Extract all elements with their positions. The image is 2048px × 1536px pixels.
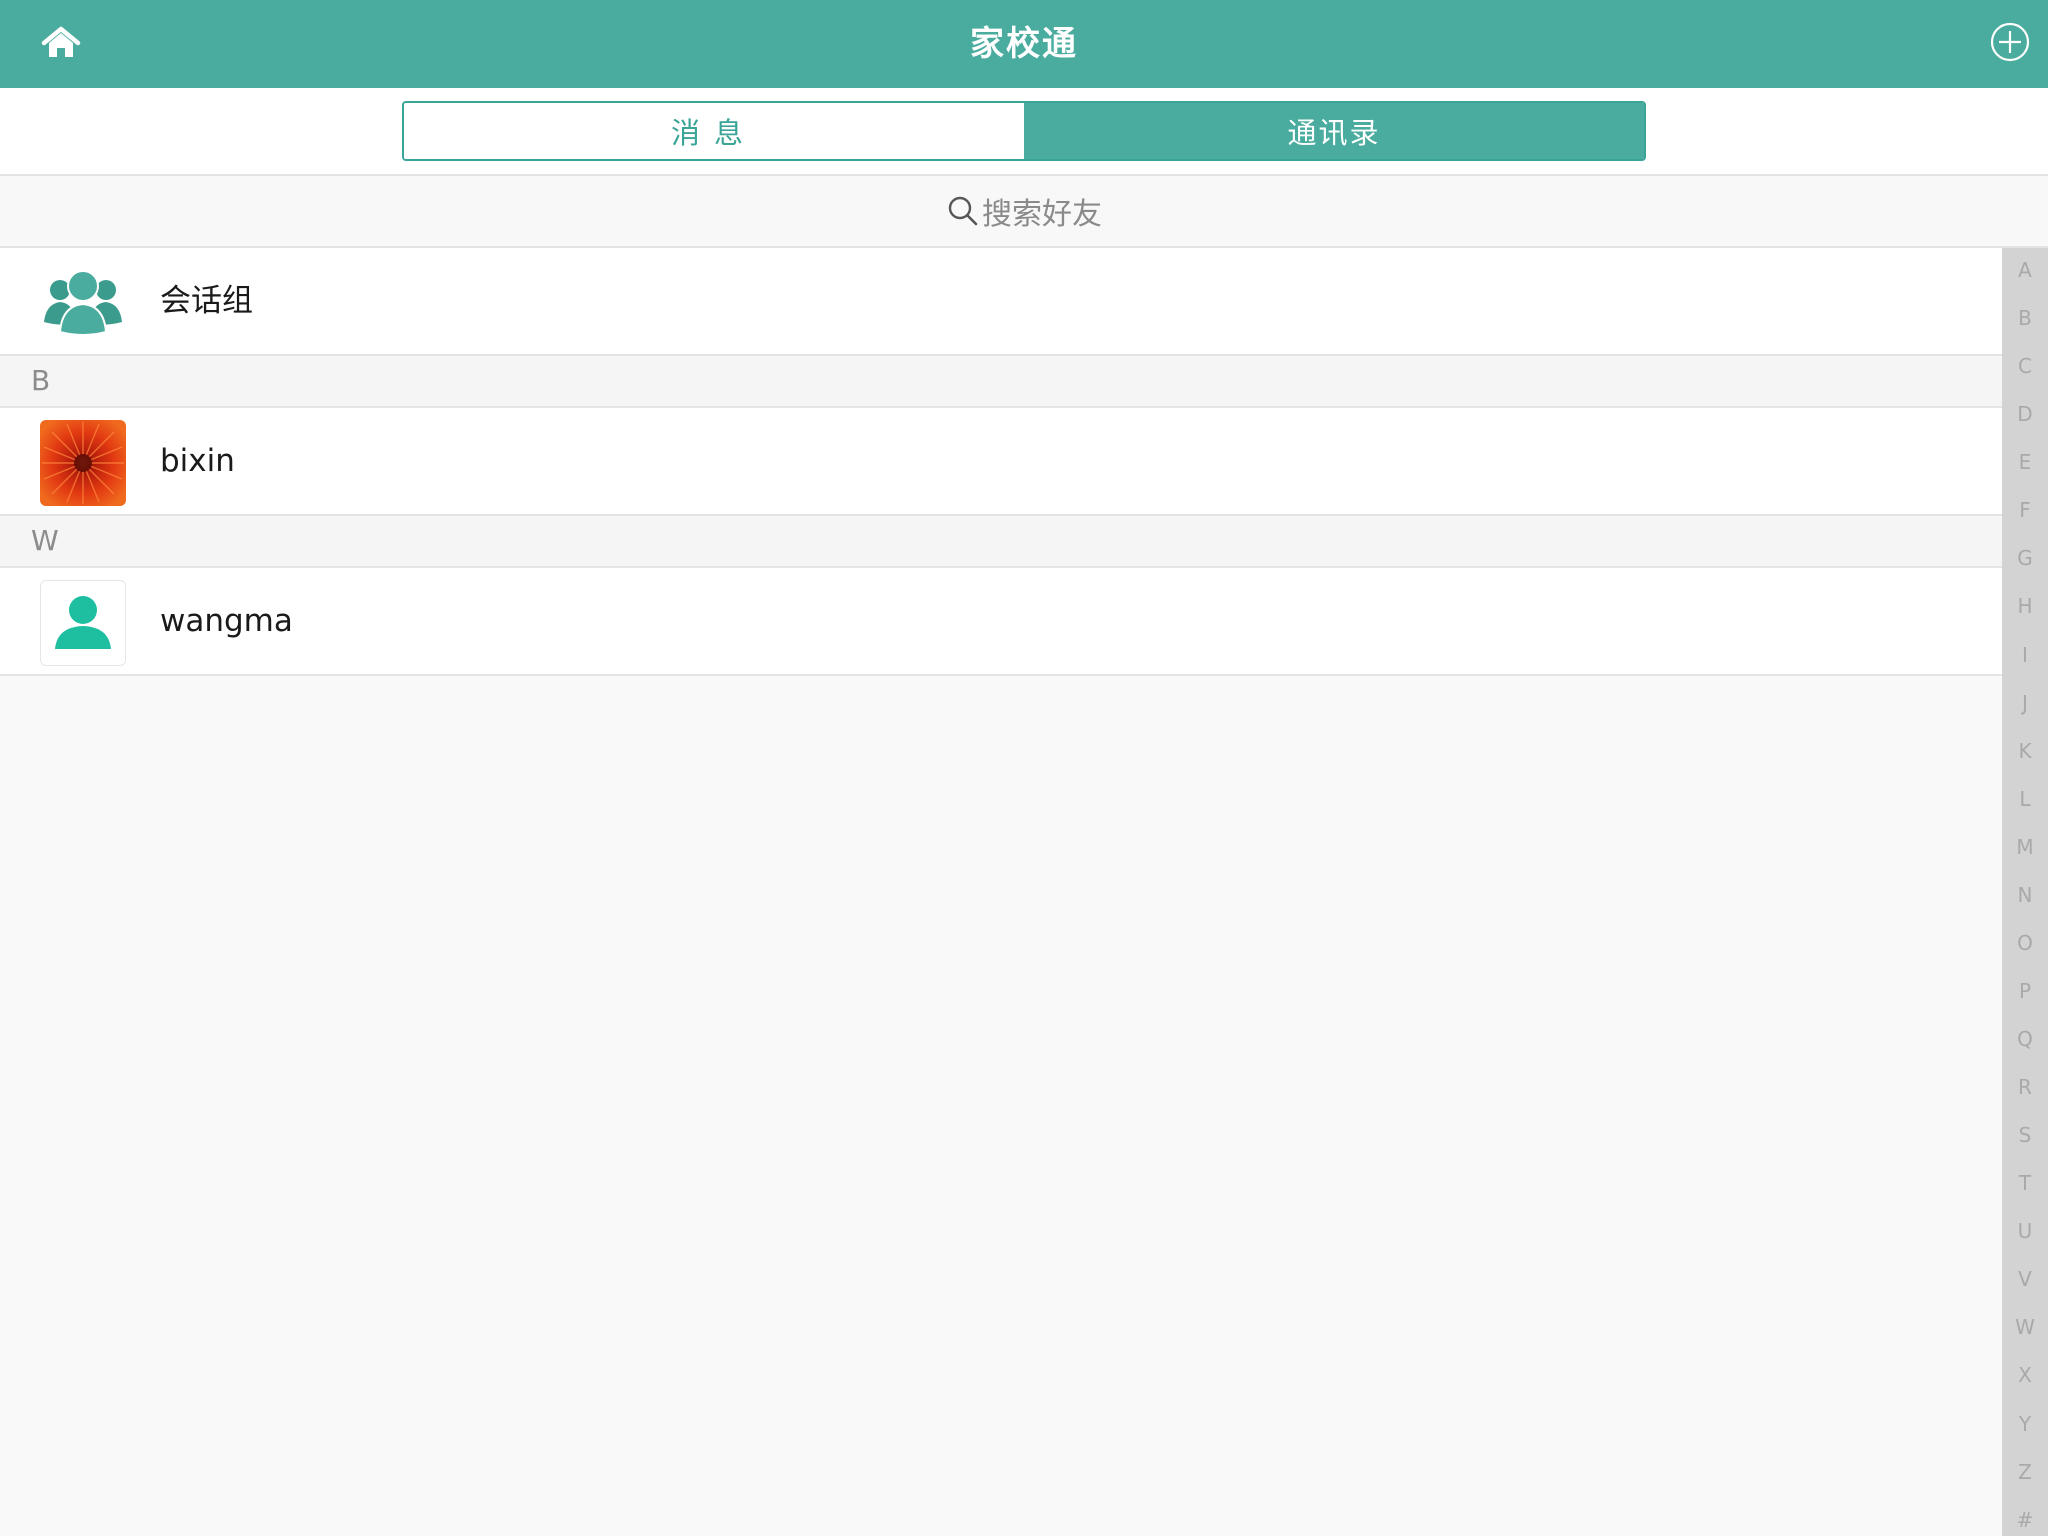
top-bar: 家校通 — [0, 0, 2048, 88]
contact-row-bixin[interactable]: bixin — [0, 408, 2002, 516]
section-header-b: B — [0, 356, 2002, 408]
index-letter[interactable]: A — [2002, 258, 2048, 282]
index-letter[interactable]: W — [2002, 1315, 2048, 1339]
search-placeholder: 搜索好友 — [982, 197, 1102, 232]
alphabet-index-bar[interactable]: A B C D E F G H I J K L M N O P Q R S T … — [2002, 248, 2048, 1536]
add-button[interactable] — [1988, 22, 2032, 66]
index-letter[interactable]: Y — [2002, 1412, 2048, 1436]
page-title: 家校通 — [970, 24, 1078, 64]
index-letter[interactable]: V — [2002, 1267, 2048, 1291]
contact-name: bixin — [160, 443, 235, 479]
index-letter[interactable]: M — [2002, 835, 2048, 859]
avatar — [40, 580, 126, 666]
index-letter[interactable]: U — [2002, 1219, 2048, 1243]
index-letter[interactable]: F — [2002, 498, 2048, 522]
index-letter[interactable]: H — [2002, 594, 2048, 618]
index-letter[interactable]: R — [2002, 1075, 2048, 1099]
segmented-control: 消息 通讯录 — [402, 101, 1646, 161]
person-avatar — [40, 580, 126, 666]
index-letter[interactable]: C — [2002, 354, 2048, 378]
index-letter[interactable]: O — [2002, 931, 2048, 955]
index-letter[interactable]: K — [2002, 739, 2048, 763]
index-letter[interactable]: P — [2002, 979, 2048, 1003]
group-entry-label: 会话组 — [160, 283, 253, 319]
index-letter[interactable]: S — [2002, 1123, 2048, 1147]
group-avatar — [40, 260, 126, 346]
group-entry-row[interactable]: 会话组 — [0, 248, 2002, 356]
tab-bar: 消息 通讯录 — [0, 88, 2048, 176]
index-letter[interactable]: T — [2002, 1171, 2048, 1195]
plus-circle-icon — [1990, 22, 2030, 66]
search-bar[interactable]: 搜索好友 — [0, 176, 2048, 248]
tab-contacts[interactable]: 通讯录 — [1024, 103, 1644, 159]
contact-list: 会话组 B bixin W wangma — [0, 248, 2002, 676]
person-icon — [53, 591, 113, 655]
index-letter[interactable]: J — [2002, 691, 2048, 715]
index-letter[interactable]: L — [2002, 787, 2048, 811]
contact-name: wangma — [160, 603, 293, 639]
tab-messages[interactable]: 消息 — [404, 103, 1024, 159]
index-letter[interactable]: I — [2002, 643, 2048, 667]
index-letter[interactable]: Z — [2002, 1460, 2048, 1484]
index-letter[interactable]: X — [2002, 1363, 2048, 1387]
contact-row-wangma[interactable]: wangma — [0, 568, 2002, 676]
flower-photo — [40, 420, 126, 506]
index-letter[interactable]: Q — [2002, 1027, 2048, 1051]
index-letter[interactable]: B — [2002, 306, 2048, 330]
index-letter[interactable]: N — [2002, 883, 2048, 907]
group-icon — [40, 270, 126, 350]
section-header-w: W — [0, 516, 2002, 568]
index-letter[interactable]: G — [2002, 546, 2048, 570]
index-letter[interactable]: D — [2002, 402, 2048, 426]
index-letter[interactable]: E — [2002, 450, 2048, 474]
avatar — [40, 420, 126, 506]
search-icon — [946, 194, 980, 228]
index-letter[interactable]: # — [2002, 1508, 2048, 1532]
